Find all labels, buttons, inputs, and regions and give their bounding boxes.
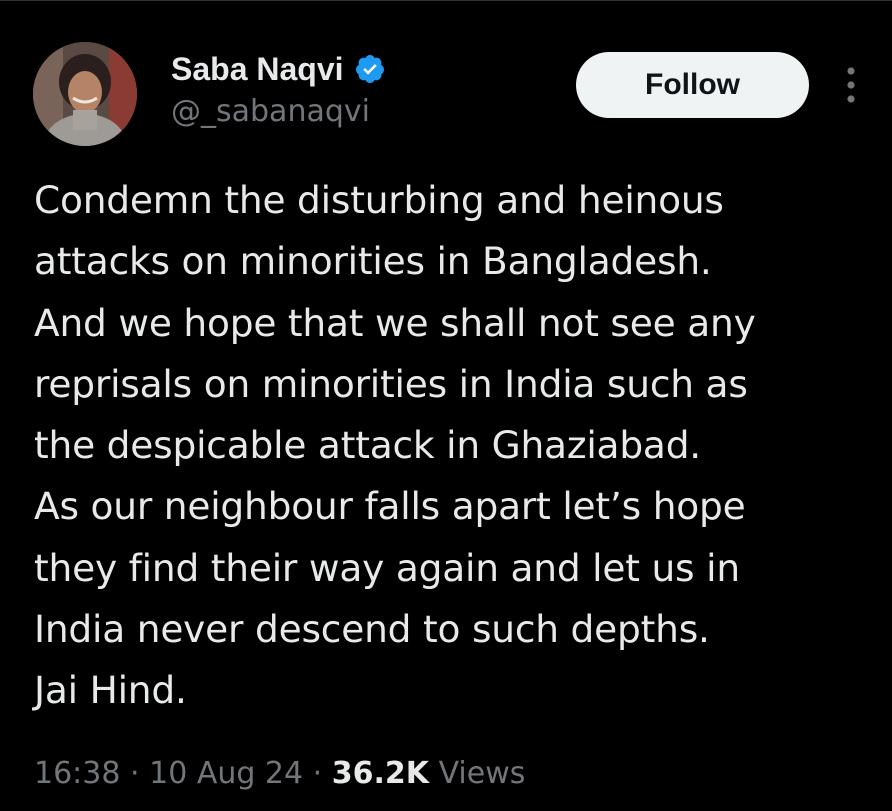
views-count[interactable]: 36.2K	[332, 756, 429, 791]
more-vertical-icon[interactable]	[836, 62, 866, 108]
tweet-text-line: As our neighbour falls apart let’s hope	[34, 484, 746, 529]
tweet-text-line: India never descend to such depths.	[34, 607, 710, 652]
meta-separator: ·	[312, 756, 323, 791]
tweet-text-line: Jai Hind.	[34, 668, 187, 713]
verified-badge-icon[interactable]	[354, 53, 386, 85]
tweet-text: Condemn the disturbing and heinous attac…	[34, 170, 874, 722]
author-display-name[interactable]: Saba Naqvi	[171, 48, 344, 90]
meta-separator: ·	[130, 756, 140, 791]
tweet-text-line: the despicable attack in Ghaziabad.	[34, 423, 702, 468]
tweet-text-line: they find their way again and let us in	[34, 545, 740, 590]
views-label: Views	[438, 756, 526, 791]
tweet-text-line: And we hope that we shall not see any	[34, 300, 756, 345]
top-divider	[0, 0, 892, 1]
avatar[interactable]	[33, 42, 137, 146]
tweet-text-line: attacks on minorities in Bangladesh.	[34, 239, 712, 284]
author-handle[interactable]: @_sabanaqvi	[171, 92, 370, 132]
tweet-text-line: Condemn the disturbing and heinous	[34, 178, 724, 222]
tweet-time[interactable]: 16:38	[34, 756, 120, 791]
tweet-text-line: reprisals on minorities in India such as	[34, 361, 748, 406]
tweet-meta: 16:38 · 10 Aug 24 · 36.2K Views	[34, 752, 525, 796]
tweet-date[interactable]: 10 Aug 24	[149, 756, 303, 791]
author-name-row: Saba Naqvi	[171, 48, 386, 90]
avatar-image	[33, 42, 137, 146]
follow-button[interactable]: Follow	[576, 52, 809, 118]
